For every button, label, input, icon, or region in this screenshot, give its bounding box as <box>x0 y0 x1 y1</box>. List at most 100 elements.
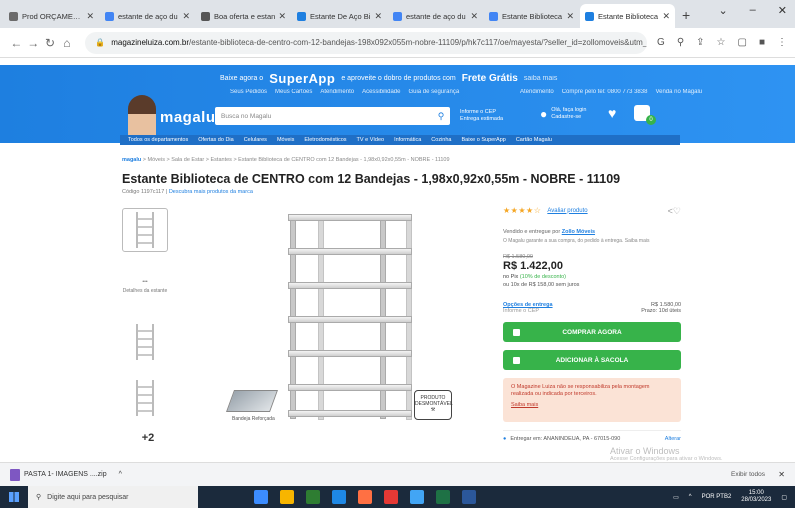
firefox-icon[interactable] <box>358 490 372 504</box>
rating-link[interactable]: Avaliar produto <box>547 208 587 214</box>
cart-icon[interactable]: 0 <box>634 105 656 125</box>
start-button[interactable] <box>0 486 28 508</box>
download-item[interactable]: PASTA 1- IMAGENS ....zip ^ <box>10 468 122 481</box>
account-widget[interactable]: ● Olá, faça login Cadastre-se <box>540 107 586 121</box>
thumbnail-4[interactable] <box>122 376 168 420</box>
location-text: Entregar em: ANANINDEUA, PA - 67015-090 <box>510 435 621 442</box>
tab-title: estante de aço du <box>118 11 178 21</box>
product-main-image[interactable]: Bandeja Reforçada PRODUTO DESMONTÁVEL ⚒ <box>225 210 470 435</box>
close-tab-icon[interactable]: ✕ <box>182 11 190 22</box>
category-link[interactable]: Baixe o SuperApp <box>461 137 505 143</box>
breadcrumb-home[interactable]: magalu <box>122 157 141 163</box>
subnav-link[interactable]: Guia de segurança <box>408 89 459 95</box>
home-icon[interactable]: ⌂ <box>58 36 75 50</box>
close-tab-icon[interactable]: ✕ <box>86 11 94 22</box>
magalu-logo[interactable]: magalu <box>160 109 216 126</box>
category-link[interactable]: Eletrodomésticos <box>304 137 346 143</box>
category-link[interactable]: Cozinha <box>431 137 451 143</box>
promo-link[interactable]: saiba mais <box>524 75 557 82</box>
browser-tab[interactable]: Prod ORÇAMENTO ✕ <box>4 4 99 28</box>
search-input[interactable]: Busca no Magalu ⚲ <box>215 107 450 125</box>
category-link[interactable]: Ofertas do Dia <box>198 137 233 143</box>
product-price: R$ 1.422,00 <box>503 260 563 272</box>
subnav-link[interactable]: Meus Cartões <box>275 89 312 95</box>
zoom-icon[interactable]: ⚲ <box>677 37 684 48</box>
photos-icon[interactable] <box>410 490 424 504</box>
share-icon[interactable]: <♡ <box>668 206 681 217</box>
promo-banner[interactable]: Baixe agora o SuperApp e aproveite o dob… <box>220 71 557 86</box>
category-link[interactable]: Informática <box>394 137 421 143</box>
menu-icon[interactable]: ⋮ <box>777 37 787 48</box>
installments: ou 10x de R$ 158,00 sem juros <box>503 282 580 288</box>
forward-icon[interactable]: → <box>25 36 42 50</box>
minimize-icon[interactable]: – <box>750 4 756 17</box>
subnav-link[interactable]: Atendimento <box>520 89 554 95</box>
category-link[interactable]: Todos os departamentos <box>128 137 188 143</box>
subnav-link[interactable]: Acessibilidade <box>362 89 400 95</box>
close-tab-icon[interactable]: ✕ <box>278 11 286 22</box>
close-tab-icon[interactable]: ✕ <box>374 11 382 22</box>
close-download-bar-icon[interactable]: ✕ <box>778 470 785 479</box>
subnav-link[interactable]: Seus Pedidos <box>230 89 267 95</box>
subnav-link[interactable]: Atendimento <box>320 89 354 95</box>
reload-icon[interactable]: ↻ <box>42 36 59 50</box>
brand-link[interactable]: Descubra mais produtos da marca <box>169 189 253 195</box>
warning-more-link[interactable]: Saiba mais <box>511 402 673 409</box>
browser-tab[interactable]: estante de aço du ✕ <box>100 4 195 28</box>
thumbnail-2[interactable]: ••• Detalhes da estante <box>122 264 168 308</box>
taskbar-search-input[interactable]: ⚲ Digite aqui para pesquisar <box>28 486 198 508</box>
network-icon[interactable]: ▭ <box>673 494 679 501</box>
more-images-button[interactable]: +2 <box>122 432 174 444</box>
file-explorer-icon[interactable] <box>280 490 294 504</box>
browser-tab[interactable]: Estante Biblioteca ✕ <box>484 4 579 28</box>
chevron-up-icon[interactable]: ^ <box>119 471 122 478</box>
browser-tab-active[interactable]: Estante Biblioteca ✕ <box>580 4 675 28</box>
back-icon[interactable]: ← <box>8 36 25 50</box>
tab-favicon <box>105 11 114 21</box>
browser-tab[interactable]: Estante De Aço Bi ✕ <box>292 4 387 28</box>
subnav-link[interactable]: Venda no Magalu <box>655 89 702 95</box>
subnav-link[interactable]: Compre pelo tel: 0800 773 3838 <box>562 89 648 95</box>
search-icon[interactable]: ⚲ <box>432 111 450 122</box>
store-icon[interactable] <box>306 490 320 504</box>
thumbnail-1[interactable] <box>122 208 168 252</box>
seller-link[interactable]: Zollo Móveis <box>562 229 595 235</box>
address-bar[interactable]: 🔒 magazineluiza.com.br/estante-bibliotec… <box>85 31 648 54</box>
category-link[interactable]: TV e Vídeo <box>357 137 385 143</box>
chrome-icon[interactable] <box>384 490 398 504</box>
cep-widget[interactable]: Informe o CEP Entrega estimada <box>460 109 503 123</box>
google-lens-icon[interactable]: G <box>657 37 665 48</box>
thumbnail-3[interactable] <box>122 320 168 364</box>
language-indicator[interactable]: POR PTB2 <box>702 494 732 500</box>
new-tab-button[interactable]: + <box>682 7 690 23</box>
browser-tab[interactable]: estante de aço du ✕ <box>388 4 483 28</box>
system-tray: ▭ ^ POR PTB2 15:00 28/03/2023 ▢ <box>673 490 787 504</box>
category-link[interactable]: Móveis <box>277 137 294 143</box>
sidebar-icon[interactable]: ▢ <box>738 37 747 48</box>
close-tab-icon[interactable]: ✕ <box>470 11 478 22</box>
add-to-cart-button[interactable]: ADICIONAR À SACOLA <box>503 350 681 370</box>
category-link[interactable]: Cartão Magalu <box>516 137 552 143</box>
category-link[interactable]: Celulares <box>244 137 267 143</box>
excel-icon[interactable] <box>436 490 450 504</box>
tray-chevron-icon[interactable]: ^ <box>689 494 692 500</box>
mail-icon[interactable] <box>332 490 346 504</box>
bookmark-star-icon[interactable]: ☆ <box>717 37 726 48</box>
change-location-link[interactable]: Alterar <box>665 436 681 442</box>
notification-icon[interactable]: ▢ <box>781 494 787 501</box>
lock-icon[interactable]: 🔒 <box>95 38 105 47</box>
clock[interactable]: 15:00 28/03/2023 <box>741 490 771 504</box>
close-window-icon[interactable]: ✕ <box>778 4 787 17</box>
extension-icon[interactable]: ■ <box>759 37 765 48</box>
breadcrumb-path[interactable]: > Móveis > Sala de Estar > Estantes > Es… <box>143 157 450 163</box>
share-page-icon[interactable]: ⇪ <box>696 37 704 48</box>
buy-now-button[interactable]: COMPRAR AGORA <box>503 322 681 342</box>
task-view-icon[interactable] <box>254 490 268 504</box>
tab-search-icon[interactable]: ⌄ <box>718 4 727 17</box>
favorites-heart-icon[interactable]: ♥ <box>608 105 616 121</box>
show-all-downloads-button[interactable]: Exibir todos <box>731 471 765 478</box>
close-tab-icon[interactable]: ✕ <box>566 11 574 22</box>
close-tab-icon[interactable]: ✕ <box>662 11 670 22</box>
word-icon[interactable] <box>462 490 476 504</box>
browser-tab[interactable]: Boa oferta e estan ✕ <box>196 4 291 28</box>
